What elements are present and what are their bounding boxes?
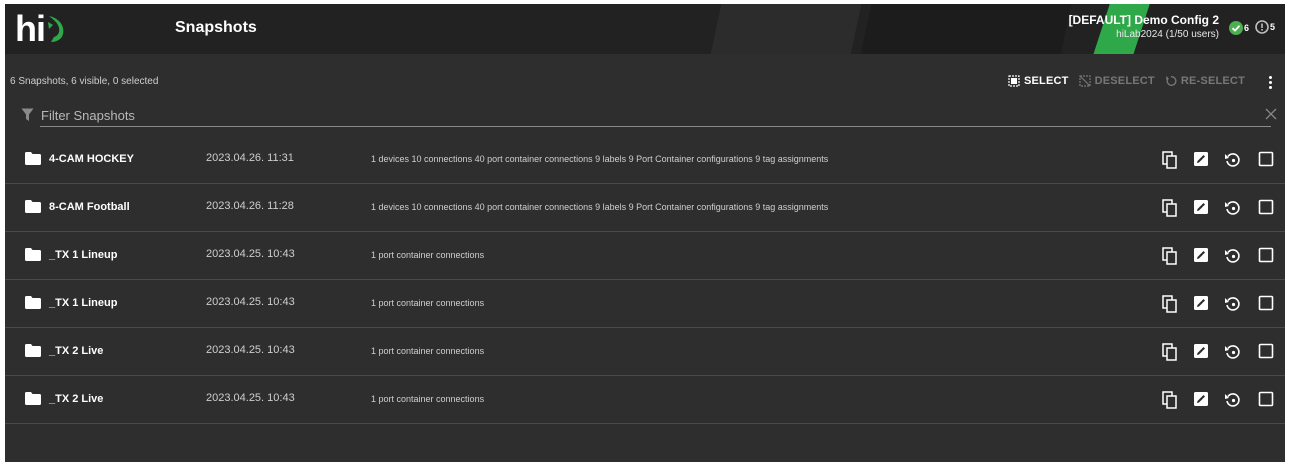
snapshot-date: 2023.04.25. 10:43 [206,392,295,404]
logo-text: hi [15,8,46,49]
status-ok-badge[interactable]: 6 [1229,21,1249,35]
status-ok-count: 6 [1244,23,1250,33]
snapshot-row[interactable]: _TX 2 Live 2023.04.25. 10:43 1 port cont… [5,328,1285,376]
snapshot-date: 2023.04.25. 10:43 [206,248,295,260]
checkbox-icon[interactable] [1258,295,1274,311]
copy-icon[interactable] [1162,295,1178,313]
snapshot-list: 4-CAM HOCKEY 2023.04.26. 11:31 1 devices… [5,136,1285,424]
checkbox-icon[interactable] [1258,151,1274,167]
snapshot-date: 2023.04.26. 11:31 [206,152,294,164]
folder-icon [25,392,41,405]
snapshot-row[interactable]: _TX 1 Lineup 2023.04.25. 10:43 1 port co… [5,280,1285,328]
checkbox-icon[interactable] [1258,391,1274,407]
snapshot-name: _TX 2 Live [49,345,104,357]
select-button[interactable]: SELECT [1008,75,1069,87]
checkbox-icon[interactable] [1258,247,1274,263]
edit-icon[interactable] [1193,151,1209,167]
restore-icon[interactable] [1224,391,1242,409]
restore-icon[interactable] [1224,295,1242,313]
status-alert-badge[interactable]: 5 [1255,20,1275,34]
select-label: SELECT [1023,75,1069,87]
header-decoration [856,4,1074,54]
page-title: Snapshots [175,19,257,36]
check-circle-icon [1229,21,1243,35]
edit-icon[interactable] [1193,295,1209,311]
deselect-label: DESELECT [1094,75,1155,87]
config-users: hiLab2024 (1/50 users) [1116,29,1219,40]
config-info[interactable]: [DEFAULT] Demo Config 2 hiLab2024 (1/50 … [1069,13,1219,40]
reselect-label: RE-SELECT [1180,75,1245,87]
snapshot-name: _TX 1 Lineup [49,297,118,309]
snapshot-description: 1 devices 10 connections 40 port contain… [371,202,829,212]
snapshot-description: 1 port container connections [371,346,485,356]
snapshot-name: 8-CAM Football [49,201,130,213]
snapshot-date: 2023.04.25. 10:43 [206,344,295,356]
restore-icon[interactable] [1224,247,1242,265]
snapshot-description: 1 port container connections [371,394,485,404]
snapshot-row[interactable]: 4-CAM HOCKEY 2023.04.26. 11:31 1 devices… [5,136,1285,184]
restore-icon[interactable] [1224,199,1242,217]
config-name: [DEFAULT] Demo Config 2 [1068,13,1219,27]
header-decoration [706,4,864,54]
snapshot-row[interactable]: _TX 1 Lineup 2023.04.25. 10:43 1 port co… [5,232,1285,280]
snapshot-row[interactable]: _TX 2 Live 2023.04.25. 10:43 1 port cont… [5,376,1285,424]
edit-icon[interactable] [1193,199,1209,215]
snapshot-date: 2023.04.25. 10:43 [206,296,295,308]
snapshot-description: 1 port container connections [371,298,485,308]
fish-logo-icon [48,16,64,42]
snapshot-name: 4-CAM HOCKEY [49,153,134,165]
copy-icon[interactable] [1162,151,1178,169]
selection-actions: SELECT DESELECT RE-SELECT [1008,75,1245,87]
folder-icon [25,344,41,357]
select-all-icon [1008,75,1020,87]
snapshot-description: 1 devices 10 connections 40 port contain… [371,154,829,164]
copy-icon[interactable] [1162,247,1178,265]
snapshot-date: 2023.04.26. 11:28 [206,200,294,212]
edit-icon[interactable] [1193,343,1209,359]
deselect-icon [1078,75,1091,87]
folder-icon [25,296,41,309]
clear-icon[interactable] [1265,108,1277,120]
snapshot-name: _TX 2 Live [49,393,104,405]
folder-icon [25,200,41,213]
restore-icon[interactable] [1224,151,1242,169]
filter-bar [19,104,1281,128]
edit-icon[interactable] [1193,391,1209,407]
checkbox-icon[interactable] [1258,343,1274,359]
app-window: hi Snapshots [DEFAULT] Demo Config 2 hiL… [5,4,1285,462]
restore-icon[interactable] [1224,343,1242,361]
deselect-button[interactable]: DESELECT [1078,75,1155,87]
copy-icon[interactable] [1162,343,1178,361]
more-vert-icon[interactable] [1263,74,1277,90]
snapshot-description: 1 port container connections [371,250,485,260]
app-logo[interactable]: hi [15,10,67,48]
checkbox-icon[interactable] [1258,199,1274,215]
copy-icon[interactable] [1162,199,1178,217]
filter-snapshots-input[interactable] [40,104,1271,127]
filter-icon [21,108,34,121]
copy-icon[interactable] [1162,391,1178,409]
status-alert-count: 5 [1270,22,1276,32]
edit-icon[interactable] [1193,247,1209,263]
snapshot-name: _TX 1 Lineup [49,249,118,261]
reselect-icon [1165,76,1177,86]
alert-circle-icon [1255,20,1269,34]
folder-icon [25,152,41,165]
folder-icon [25,248,41,261]
reselect-button[interactable]: RE-SELECT [1165,75,1245,87]
selection-summary: 6 Snapshots, 6 visible, 0 selected [10,76,159,87]
top-bar: hi Snapshots [DEFAULT] Demo Config 2 hiL… [5,4,1285,54]
snapshot-row[interactable]: 8-CAM Football 2023.04.26. 11:28 1 devic… [5,184,1285,232]
